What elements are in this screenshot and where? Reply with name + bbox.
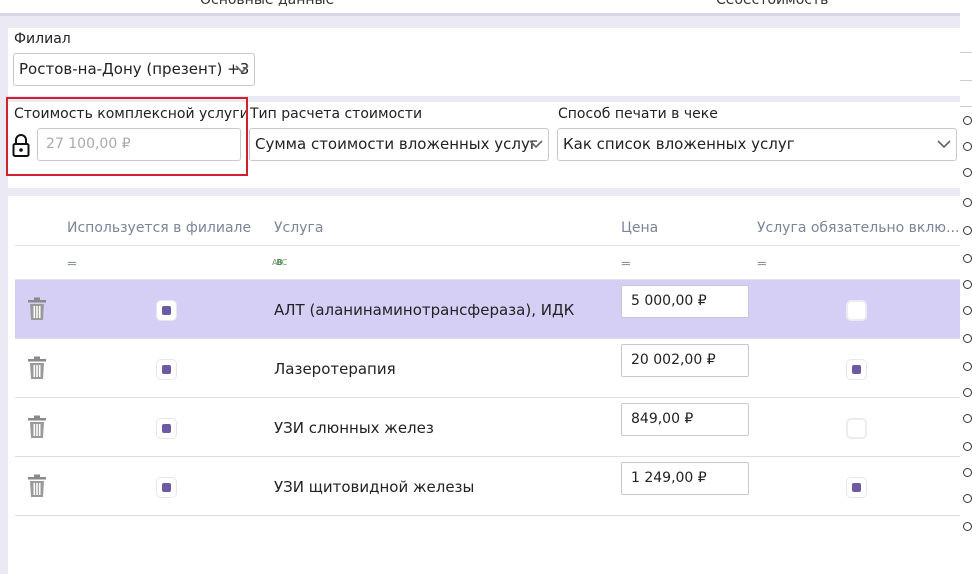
chevron-down-icon — [235, 65, 249, 74]
required-checkbox[interactable] — [846, 418, 867, 439]
price-value: 1 249,00 ₽ — [631, 470, 707, 486]
radio-icon[interactable] — [963, 254, 972, 263]
radio-icon[interactable] — [963, 468, 972, 477]
table-row[interactable]: УЗИ слюнных желез 849,00 ₽ — [15, 398, 960, 457]
service-name: АЛТ (аланинаминотрансфераза), ИДК — [274, 301, 575, 319]
radio-icon[interactable] — [963, 168, 972, 177]
column-header-required[interactable]: Услуга обязательно вклю... — [757, 220, 959, 236]
filter-equals-icon[interactable]: ═ — [758, 257, 766, 272]
divider — [960, 106, 972, 107]
trash-icon[interactable] — [27, 356, 47, 380]
tab-cost-price[interactable]: Себестоимость — [716, 0, 828, 8]
table-row[interactable]: УЗИ щитовидной железы 1 249,00 ₽ — [15, 457, 960, 516]
price-input[interactable]: 20 002,00 ₽ — [621, 344, 749, 377]
divider — [960, 80, 972, 81]
radio-icon[interactable] — [963, 306, 972, 315]
divider — [960, 52, 972, 53]
table-row[interactable]: Лазеротерапия 20 002,00 ₽ — [15, 339, 960, 398]
radio-icon[interactable] — [963, 442, 972, 451]
branch-select-value: Ростов-на-Дону (презент) +3 — [19, 60, 250, 78]
required-checkbox[interactable] — [846, 300, 867, 321]
column-header-used[interactable]: Используется в филиале — [67, 220, 251, 236]
trash-icon[interactable] — [27, 474, 47, 498]
price-input[interactable]: 849,00 ₽ — [621, 403, 749, 436]
tab-bar: Основные данные Себестоимость — [0, 0, 960, 16]
price-input[interactable]: 5 000,00 ₽ — [621, 285, 749, 318]
price-value: 849,00 ₽ — [631, 411, 694, 427]
radio-icon[interactable] — [963, 494, 972, 503]
filter-equals-icon[interactable]: ═ — [622, 257, 630, 272]
radio-icon[interactable] — [963, 414, 972, 423]
service-name: УЗИ слюнных желез — [274, 419, 434, 437]
price-value: 20 002,00 ₽ — [631, 352, 716, 368]
side-panel-edge — [960, 0, 972, 574]
used-in-branch-checkbox[interactable] — [156, 477, 177, 498]
trash-icon[interactable] — [27, 415, 47, 439]
branch-label: Филиал — [14, 31, 71, 47]
price-input[interactable]: 1 249,00 ₽ — [621, 462, 749, 495]
radio-icon[interactable] — [963, 334, 972, 343]
radio-icon[interactable] — [963, 142, 972, 151]
print-mode-label: Способ печати в чеке — [558, 106, 718, 122]
used-in-branch-checkbox[interactable] — [156, 300, 177, 321]
required-checkbox[interactable] — [846, 359, 867, 380]
branch-select[interactable]: Ростов-на-Дону (презент) +3 — [13, 53, 255, 86]
chevron-down-icon — [937, 140, 951, 149]
filter-equals-icon[interactable]: ═ — [68, 257, 76, 272]
radio-icon[interactable] — [963, 522, 972, 531]
used-in-branch-checkbox[interactable] — [156, 359, 177, 380]
print-mode-value: Как список вложенных услуг — [563, 135, 795, 153]
calc-type-select[interactable]: Сумма стоимости вложенных услуг — [249, 128, 549, 161]
radio-icon[interactable] — [963, 198, 972, 207]
highlight-frame — [6, 97, 248, 176]
chevron-down-icon — [529, 140, 543, 149]
used-in-branch-checkbox[interactable] — [156, 418, 177, 439]
service-name: Лазеротерапия — [274, 360, 396, 378]
print-mode-select[interactable]: Как список вложенных услуг — [557, 128, 957, 161]
required-checkbox[interactable] — [846, 477, 867, 498]
header-divider — [15, 245, 960, 246]
radio-icon[interactable] — [963, 362, 972, 371]
tab-main-data[interactable]: Основные данные — [200, 0, 334, 8]
trash-icon[interactable] — [27, 297, 47, 321]
price-value: 5 000,00 ₽ — [631, 293, 707, 309]
radio-icon[interactable] — [963, 226, 972, 235]
column-header-service[interactable]: Услуга — [274, 220, 323, 236]
radio-icon[interactable] — [963, 116, 972, 125]
table-row[interactable]: АЛТ (аланинаминотрансфераза), ИДК 5 000,0… — [15, 280, 960, 339]
calc-type-value: Сумма стоимости вложенных услуг — [255, 135, 538, 153]
service-name: УЗИ щитовидной железы — [274, 478, 475, 496]
column-header-price[interactable]: Цена — [621, 220, 658, 236]
calc-type-label: Тип расчета стоимости — [250, 106, 423, 122]
filter-text-icon[interactable]: ABC — [272, 258, 287, 267]
radio-icon[interactable] — [963, 388, 972, 397]
radio-icon[interactable] — [963, 280, 972, 289]
